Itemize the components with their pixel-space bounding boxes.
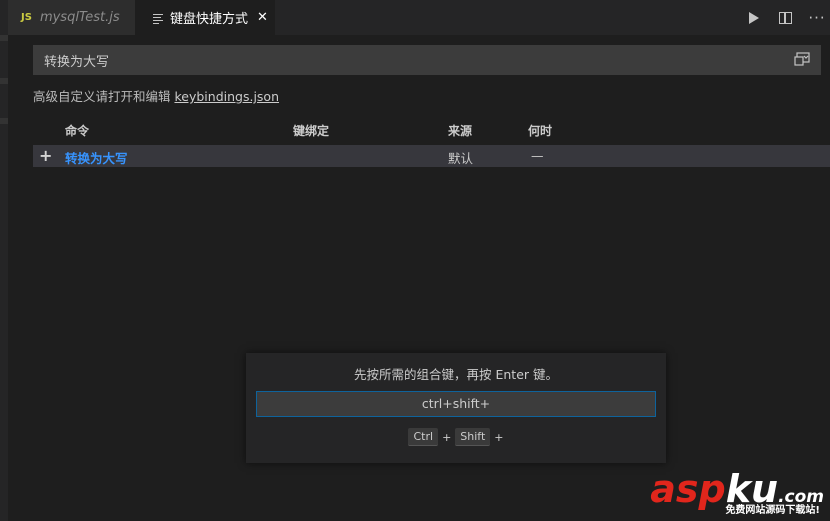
record-keys-icon[interactable]	[794, 52, 810, 66]
tab-mysqltest[interactable]: JS mysqlTest.js	[8, 0, 135, 35]
keycap: Ctrl	[408, 428, 439, 446]
ellipsis-icon: ···	[808, 8, 826, 27]
sidebar-band	[0, 35, 8, 41]
keybindings-json-link[interactable]: keybindings.json	[174, 89, 279, 104]
hint-text: 高级自定义请打开和编辑	[33, 89, 175, 104]
close-icon[interactable]: ✕	[257, 10, 268, 25]
column-header-source: 来源	[448, 124, 473, 138]
sidebar-edge	[0, 0, 8, 521]
watermark-logo: aspku.com 免费网站源码下载站!	[650, 467, 824, 517]
split-icon	[778, 11, 792, 24]
tab-keyboard-shortcuts[interactable]: 键盘快捷方式 ✕	[135, 0, 275, 35]
key-preview: Ctrl + Shift +	[246, 428, 666, 446]
dialog-message: 先按所需的组合键，再按 Enter 键。	[354, 367, 558, 382]
sidebar-band	[0, 78, 8, 84]
document-icon	[153, 13, 163, 24]
split-editor-button[interactable]	[772, 0, 798, 35]
tab-label: 键盘快捷方式	[170, 12, 249, 27]
search-input[interactable]: 转换为大写	[33, 45, 821, 75]
keybinding-input[interactable]: ctrl+shift+	[256, 391, 656, 417]
watermark-subtitle: 免费网站源码下载站!	[725, 505, 820, 516]
tab-bar: JS mysqlTest.js 键盘快捷方式 ✕ ···	[8, 0, 830, 35]
more-actions-button[interactable]: ···	[804, 0, 830, 35]
run-button[interactable]	[740, 0, 766, 35]
editor-actions: ···	[734, 0, 830, 35]
search-input-value: 转换为大写	[44, 54, 110, 70]
when-value: —	[531, 148, 544, 163]
add-keybinding-icon[interactable]: +	[39, 146, 52, 165]
column-header-keybinding: 键绑定	[293, 124, 330, 138]
play-icon	[748, 11, 759, 24]
keycap: Shift	[455, 428, 491, 446]
define-keybinding-dialog: 先按所需的组合键，再按 Enter 键。 ctrl+shift+ Ctrl + …	[246, 353, 666, 463]
column-header-command: 命令	[65, 124, 90, 138]
table-row[interactable]: + 转换为大写 默认 —	[33, 145, 830, 167]
source-value: 默认	[448, 151, 474, 166]
js-file-icon: JS	[21, 12, 32, 23]
key-separator: +	[442, 430, 452, 444]
sidebar-band	[0, 118, 8, 124]
key-separator: +	[494, 430, 504, 444]
table-header: 命令 键绑定 来源 何时	[33, 120, 830, 140]
tab-label: mysqlTest.js	[39, 10, 120, 25]
command-name: 转换为大写	[65, 151, 128, 166]
column-header-when: 何时	[528, 124, 553, 138]
keybindings-hint: 高级自定义请打开和编辑 keybindings.json	[33, 86, 279, 105]
